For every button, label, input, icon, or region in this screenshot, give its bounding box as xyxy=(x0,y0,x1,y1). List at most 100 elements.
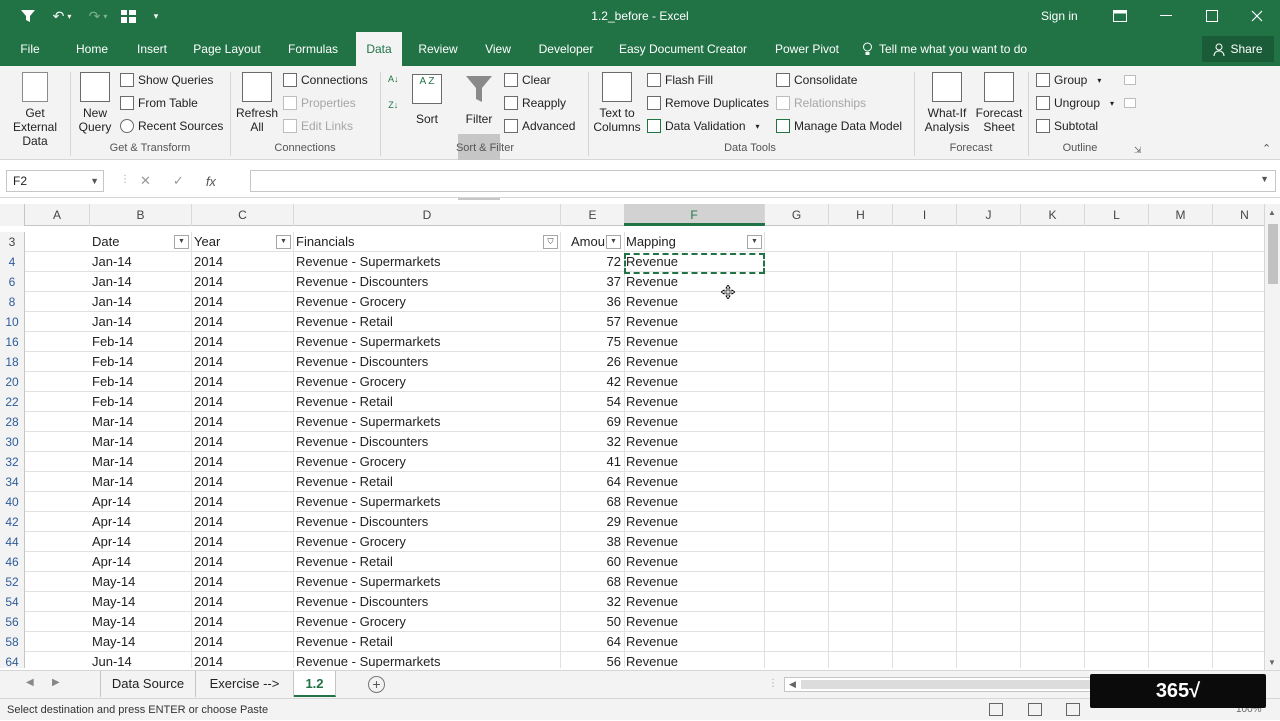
cell-year[interactable]: 2014 xyxy=(192,532,294,552)
empty-cell[interactable] xyxy=(1213,632,1264,652)
sheet-tab-1-2[interactable]: 1.2 xyxy=(294,671,336,697)
empty-cell[interactable] xyxy=(1021,592,1085,612)
empty-cell[interactable] xyxy=(957,332,1021,352)
empty-cell[interactable] xyxy=(1085,592,1149,612)
empty-cell[interactable] xyxy=(1213,412,1264,432)
cell-year[interactable]: 2014 xyxy=(192,412,294,432)
name-box[interactable]: F2 ▼ xyxy=(6,170,104,192)
cell-year[interactable]: 2014 xyxy=(192,272,294,292)
empty-cell[interactable] xyxy=(1213,592,1264,612)
sheet-tab-exercise[interactable]: Exercise --> xyxy=(196,671,294,697)
cell-financials[interactable]: Revenue - Retail xyxy=(294,312,561,332)
cell-financials[interactable]: Revenue - Retail xyxy=(294,392,561,412)
cell-financials[interactable]: Revenue - Retail xyxy=(294,632,561,652)
empty-cell[interactable] xyxy=(765,492,829,512)
empty-cell[interactable] xyxy=(1149,652,1213,668)
empty-cell[interactable] xyxy=(1213,312,1264,332)
empty-cell[interactable] xyxy=(765,532,829,552)
empty-cell[interactable] xyxy=(1085,512,1149,532)
empty-cell[interactable] xyxy=(829,372,893,392)
new-query-button[interactable]: New Query xyxy=(72,72,118,134)
empty-cell[interactable] xyxy=(1213,512,1264,532)
filter-dropdown-button[interactable]: ▼ xyxy=(174,235,189,249)
cell-amount[interactable]: 37 xyxy=(561,272,625,292)
horizontal-scrollbar[interactable]: ◀ xyxy=(784,677,1104,692)
tab-easy-document-creator[interactable]: Easy Document Creator xyxy=(612,32,754,66)
column-header-a[interactable]: A xyxy=(25,204,90,226)
column-header-n[interactable]: N xyxy=(1213,204,1264,226)
scroll-left-icon[interactable]: ◀ xyxy=(789,679,796,690)
row-header[interactable]: 46 xyxy=(0,552,25,572)
empty-cell[interactable] xyxy=(1149,472,1213,492)
cell-date[interactable]: Mar-14 xyxy=(90,412,192,432)
empty-cell[interactable] xyxy=(1021,472,1085,492)
cell-financials[interactable]: Revenue - Retail xyxy=(294,552,561,572)
tab-power-pivot[interactable]: Power Pivot xyxy=(766,32,848,66)
row-header[interactable]: 18 xyxy=(0,352,25,372)
empty-cell[interactable] xyxy=(765,452,829,472)
empty-cell[interactable] xyxy=(1213,392,1264,412)
customize-toolbar-icon[interactable]: ▾ xyxy=(148,0,164,32)
cell-year[interactable]: 2014 xyxy=(192,572,294,592)
empty-cell[interactable] xyxy=(829,312,893,332)
empty-cell[interactable] xyxy=(893,652,957,668)
cell-amount[interactable]: 68 xyxy=(561,572,625,592)
cell-financials[interactable]: Revenue - Supermarkets xyxy=(294,572,561,592)
empty-cell[interactable] xyxy=(765,412,829,432)
column-header-h[interactable]: H xyxy=(829,204,893,226)
cell-amount[interactable]: 69 xyxy=(561,412,625,432)
empty-cell[interactable] xyxy=(1085,312,1149,332)
row-header[interactable]: 3 xyxy=(0,232,25,252)
empty-cell[interactable] xyxy=(765,372,829,392)
empty-cell[interactable] xyxy=(1213,432,1264,452)
empty-cell[interactable] xyxy=(829,452,893,472)
empty-cell[interactable] xyxy=(1021,552,1085,572)
empty-cell[interactable] xyxy=(957,352,1021,372)
empty-cell[interactable] xyxy=(765,552,829,572)
sort-az-button[interactable]: A↓ Z↓ xyxy=(388,74,399,110)
empty-cell[interactable] xyxy=(1085,632,1149,652)
empty-cell[interactable] xyxy=(893,332,957,352)
flash-fill-button[interactable]: Flash Fill xyxy=(647,70,713,90)
empty-cell[interactable] xyxy=(829,412,893,432)
empty-cell[interactable] xyxy=(1085,572,1149,592)
empty-cell[interactable] xyxy=(1149,372,1213,392)
row-header[interactable]: 32 xyxy=(0,452,25,472)
column-header-e[interactable]: E xyxy=(561,204,625,226)
empty-cell[interactable] xyxy=(957,652,1021,668)
row-header[interactable]: 10 xyxy=(0,312,25,332)
cell-financials[interactable]: Revenue - Grocery xyxy=(294,452,561,472)
empty-cell[interactable] xyxy=(1021,452,1085,472)
undo-icon[interactable]: ↶ ▾ xyxy=(48,0,76,32)
worksheet-grid[interactable]: ABCDEFGHIJKLMN 3 Date ▼ Year ▼ Financial… xyxy=(0,204,1264,668)
cell-year[interactable]: 2014 xyxy=(192,252,294,272)
empty-cell[interactable] xyxy=(1213,572,1264,592)
cell-date[interactable]: Jan-14 xyxy=(90,272,192,292)
cell-financials[interactable]: Revenue - Supermarkets xyxy=(294,332,561,352)
empty-cell[interactable] xyxy=(957,592,1021,612)
tab-formulas[interactable]: Formulas xyxy=(280,32,346,66)
tell-me-box[interactable]: Tell me what you want to do xyxy=(862,32,1042,66)
empty-cell[interactable] xyxy=(1085,472,1149,492)
empty-cell[interactable] xyxy=(1149,312,1213,332)
reapply-button[interactable]: Reapply xyxy=(504,93,566,113)
empty-cell[interactable] xyxy=(957,432,1021,452)
cell-mapping[interactable]: Revenue xyxy=(624,452,765,472)
cell-mapping[interactable]: Revenue xyxy=(624,432,765,452)
empty-cell[interactable] xyxy=(1021,492,1085,512)
scroll-down-icon[interactable]: ▼ xyxy=(1268,658,1276,667)
cell-year[interactable]: 2014 xyxy=(192,592,294,612)
empty-cell[interactable] xyxy=(1021,412,1085,432)
row-header[interactable]: 44 xyxy=(0,532,25,552)
empty-cell[interactable] xyxy=(893,312,957,332)
ribbon-display-icon[interactable] xyxy=(1097,0,1143,32)
cell-date[interactable]: Feb-14 xyxy=(90,352,192,372)
empty-cell[interactable] xyxy=(957,512,1021,532)
cell-amount[interactable]: 36 xyxy=(561,292,625,312)
empty-cell[interactable] xyxy=(829,432,893,452)
empty-cell[interactable] xyxy=(957,412,1021,432)
empty-cell[interactable] xyxy=(1021,632,1085,652)
cell-amount[interactable]: 54 xyxy=(561,392,625,412)
close-button[interactable] xyxy=(1234,0,1280,32)
empty-cell[interactable] xyxy=(893,432,957,452)
